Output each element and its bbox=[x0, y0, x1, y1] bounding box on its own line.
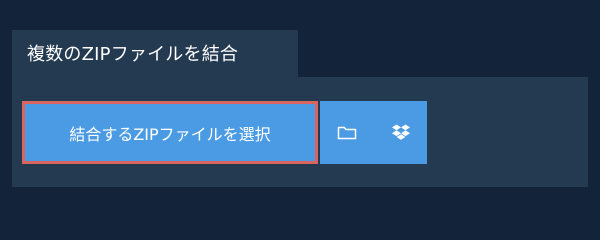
from-dropbox-button[interactable] bbox=[374, 101, 427, 164]
tool-title: 複数のZIPファイルを結合 bbox=[27, 43, 239, 65]
folder-icon bbox=[337, 125, 357, 141]
upload-button-group: 結合するZIPファイルを選択 bbox=[22, 101, 427, 164]
from-device-button[interactable] bbox=[320, 101, 374, 164]
dropbox-icon bbox=[391, 124, 411, 142]
select-zip-files-button[interactable]: 結合するZIPファイルを選択 bbox=[22, 101, 318, 164]
tool-title-tab: 複数のZIPファイルを結合 bbox=[12, 30, 298, 77]
upload-panel: 結合するZIPファイルを選択 bbox=[12, 77, 588, 187]
